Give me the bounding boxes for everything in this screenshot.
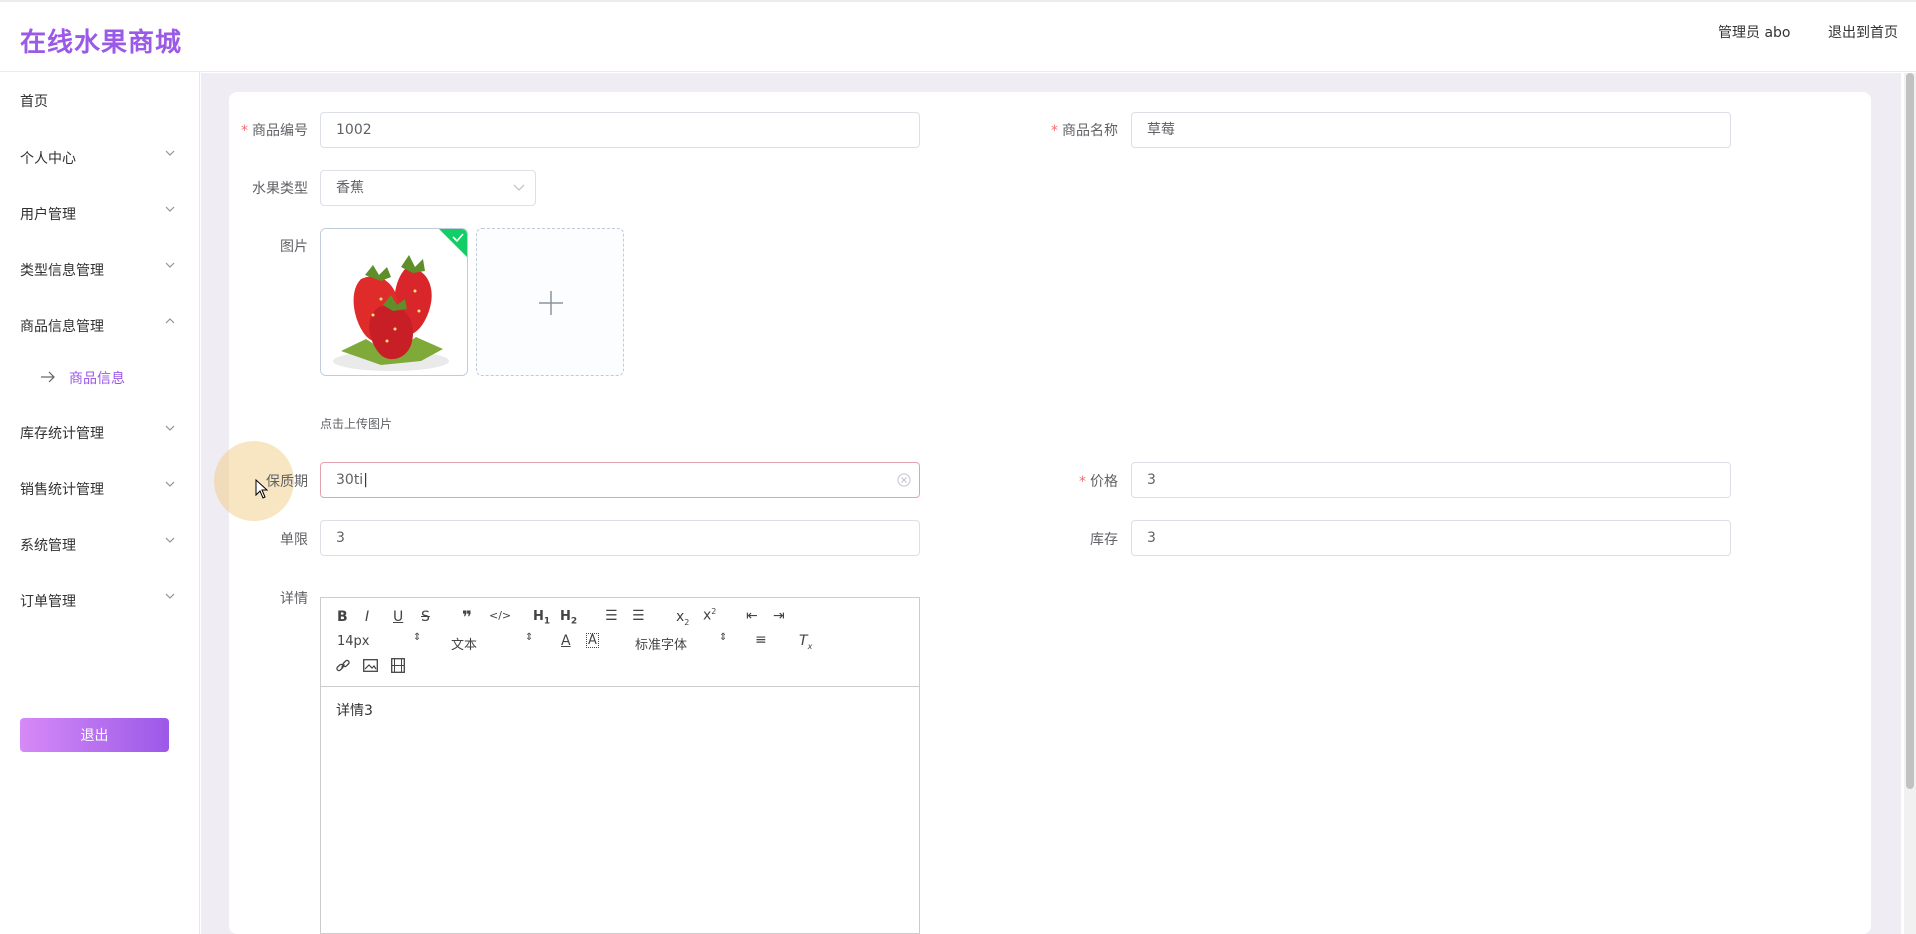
- fruit-type-value: 香蕉: [336, 180, 364, 196]
- mouse-pointer-icon: [255, 479, 269, 499]
- shelf-life-value: 30ti: [336, 472, 364, 488]
- product-no-label: * 商品编号: [240, 120, 308, 140]
- sidebar-item-profile[interactable]: 个人中心: [20, 148, 76, 168]
- required-mark: *: [241, 123, 248, 139]
- required-mark: *: [1051, 123, 1058, 139]
- underline-icon[interactable]: U: [393, 609, 403, 625]
- sidebar-item-users[interactable]: 用户管理: [20, 204, 76, 224]
- editor-content[interactable]: 详情3: [336, 700, 373, 720]
- back-home-link[interactable]: 退出到首页: [1828, 22, 1898, 42]
- bold-icon[interactable]: B: [337, 609, 348, 625]
- superscript-icon[interactable]: x2: [703, 607, 716, 624]
- select-arrows-icon: ⇕: [525, 632, 534, 643]
- chevron-down-icon: [165, 537, 175, 543]
- clear-format-icon[interactable]: Tx: [799, 633, 812, 651]
- chevron-down-icon: [513, 184, 525, 191]
- brand-title: 在线水果商城: [20, 28, 183, 58]
- sidebar-item-orders[interactable]: 订单管理: [20, 591, 76, 611]
- upload-add-button[interactable]: [476, 228, 624, 376]
- upload-tip: 点击上传图片: [320, 417, 393, 431]
- product-name-input[interactable]: 草莓: [1131, 112, 1731, 148]
- font-color-icon[interactable]: A: [561, 633, 571, 649]
- price-input[interactable]: 3: [1131, 462, 1731, 498]
- stock-input[interactable]: 3: [1131, 520, 1731, 556]
- image-icon[interactable]: [363, 659, 378, 672]
- code-block-icon[interactable]: </>: [489, 609, 511, 622]
- sidebar-item-home[interactable]: 首页: [20, 91, 48, 111]
- upload-success-badge-icon: [439, 229, 467, 257]
- background-color-icon[interactable]: A: [586, 633, 599, 648]
- chevron-down-icon: [165, 150, 175, 156]
- chevron-down-icon: [165, 481, 175, 487]
- product-no-input[interactable]: 1002: [320, 112, 920, 148]
- sidebar-item-system[interactable]: 系统管理: [20, 535, 76, 555]
- fruit-type-select[interactable]: 香蕉: [320, 170, 536, 206]
- chevron-up-icon: [165, 318, 175, 324]
- rich-text-editor: B I U S ❞ </> H1 H2 ☰ ☰ x2 x2 ⇤ ⇥ 14px ⇕…: [320, 597, 920, 934]
- limit-label: 单限: [280, 532, 308, 548]
- chevron-down-icon: [165, 206, 175, 212]
- fruit-type-label: 水果类型: [252, 181, 308, 197]
- arrow-right-icon: [41, 371, 55, 383]
- align-icon[interactable]: ≡: [755, 632, 767, 648]
- detail-label: 详情: [280, 591, 308, 607]
- clear-icon[interactable]: [897, 473, 911, 487]
- video-icon[interactable]: [391, 658, 405, 673]
- sidebar: 首页 个人中心 用户管理 类型信息管理 商品信息管理 商品信息 库存统计管理 销…: [0, 72, 200, 934]
- top-header: 在线水果商城 管理员 abo 退出到首页: [0, 0, 1916, 72]
- uploaded-image-thumbnail[interactable]: [320, 228, 468, 376]
- editor-toolbar: B I U S ❞ </> H1 H2 ☰ ☰ x2 x2 ⇤ ⇥ 14px ⇕…: [321, 598, 919, 687]
- user-label: 管理员 abo: [1718, 25, 1791, 41]
- image-label: 图片: [280, 239, 308, 255]
- chevron-down-icon: [165, 262, 175, 268]
- text-type-select[interactable]: 文本: [451, 634, 477, 653]
- link-icon[interactable]: [335, 658, 351, 674]
- italic-icon[interactable]: I: [365, 609, 369, 625]
- shelf-life-input[interactable]: 30ti|: [320, 462, 920, 498]
- plus-icon: [539, 291, 563, 315]
- select-arrows-icon: ⇕: [719, 632, 728, 643]
- select-arrows-icon: ⇕: [413, 632, 422, 643]
- product-name-label: * 商品名称: [1050, 120, 1118, 140]
- outdent-icon[interactable]: ⇤: [746, 608, 758, 624]
- strikethrough-icon[interactable]: S: [421, 609, 430, 625]
- price-label-text: 价格: [1090, 474, 1118, 490]
- subscript-icon[interactable]: x2: [676, 609, 689, 627]
- sidebar-item-sales-stats[interactable]: 销售统计管理: [20, 479, 104, 499]
- text-caret: |: [363, 472, 368, 488]
- stock-label: 库存: [1090, 532, 1118, 548]
- submenu-product-info[interactable]: 商品信息: [69, 368, 125, 388]
- product-no-label-text: 商品编号: [252, 123, 308, 139]
- chevron-down-icon: [165, 425, 175, 431]
- font-size-select[interactable]: 14px: [337, 634, 370, 649]
- scrollbar-thumb[interactable]: [1906, 73, 1914, 789]
- logout-button[interactable]: 退出: [20, 718, 169, 752]
- product-name-label-text: 商品名称: [1062, 123, 1118, 139]
- heading-1-icon[interactable]: H1: [533, 609, 550, 627]
- sidebar-item-products[interactable]: 商品信息管理: [20, 316, 104, 336]
- shelf-life-label: 保质期: [266, 474, 308, 490]
- chevron-down-icon: [165, 593, 175, 599]
- ordered-list-icon[interactable]: ☰: [605, 608, 618, 624]
- heading-2-icon[interactable]: H2: [560, 609, 577, 627]
- sidebar-item-inventory-stats[interactable]: 库存统计管理: [20, 423, 104, 443]
- indent-icon[interactable]: ⇥: [773, 608, 785, 624]
- page-scrollbar[interactable]: [1904, 73, 1916, 934]
- price-label: * 价格: [1050, 471, 1118, 491]
- limit-input[interactable]: 3: [320, 520, 920, 556]
- sidebar-item-types[interactable]: 类型信息管理: [20, 260, 104, 280]
- bullet-list-icon[interactable]: ☰: [632, 608, 645, 624]
- required-mark: *: [1079, 474, 1086, 490]
- blockquote-icon[interactable]: ❞: [462, 608, 472, 628]
- font-family-select[interactable]: 标准字体: [635, 634, 687, 653]
